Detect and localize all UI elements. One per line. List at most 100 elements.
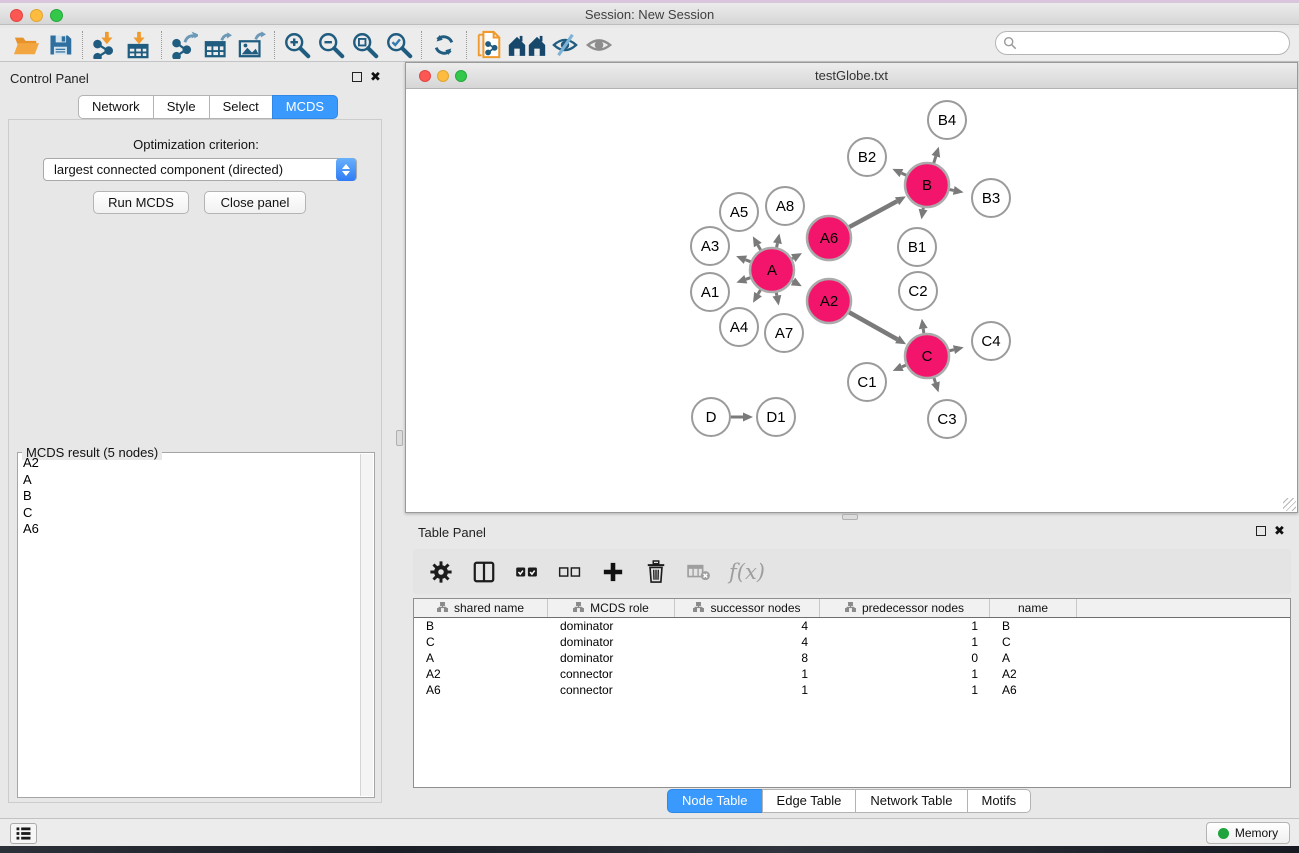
result-list-scrollbar[interactable] bbox=[360, 454, 373, 796]
import-network-button[interactable] bbox=[88, 29, 122, 61]
hide-selected-button[interactable] bbox=[548, 29, 582, 61]
open-session-button[interactable] bbox=[9, 29, 43, 61]
table-cell[interactable]: 1 bbox=[675, 682, 820, 698]
memory-button[interactable]: Memory bbox=[1206, 822, 1290, 844]
unselect-all-button[interactable] bbox=[557, 559, 583, 585]
search-input[interactable] bbox=[1022, 36, 1289, 50]
table-cell[interactable]: 1 bbox=[820, 682, 990, 698]
criterion-dropdown[interactable]: largest connected component (directed) bbox=[43, 158, 357, 181]
select-all-button[interactable] bbox=[514, 559, 540, 585]
table-cell[interactable]: A2 bbox=[990, 666, 1077, 682]
tab-mcds[interactable]: MCDS bbox=[272, 95, 338, 119]
tab-style[interactable]: Style bbox=[153, 95, 210, 119]
tab-select[interactable]: Select bbox=[209, 95, 273, 119]
graph-edge-C-C1[interactable] bbox=[902, 365, 906, 367]
table-settings-button[interactable] bbox=[428, 559, 454, 585]
float-panel-icon[interactable] bbox=[352, 72, 362, 82]
close-panel-icon[interactable]: ✖ bbox=[370, 72, 381, 82]
table-cell[interactable]: B bbox=[990, 618, 1077, 634]
delete-table-button[interactable] bbox=[686, 559, 712, 585]
graph-edge-A6-B[interactable] bbox=[849, 201, 897, 227]
graph-edge-A-A7[interactable] bbox=[776, 293, 777, 296]
graph-edge-A2-C[interactable] bbox=[849, 312, 897, 339]
table-cell[interactable]: 0 bbox=[820, 650, 990, 666]
table-row[interactable]: Bdominator41B bbox=[414, 618, 1290, 634]
tab-network-table[interactable]: Network Table bbox=[855, 789, 967, 813]
table-row[interactable]: Cdominator41C bbox=[414, 634, 1290, 650]
table-cell[interactable]: 1 bbox=[820, 618, 990, 634]
result-item[interactable]: B bbox=[19, 488, 359, 505]
table-cell[interactable]: C bbox=[414, 634, 548, 650]
first-neighbors-button[interactable] bbox=[506, 29, 548, 61]
export-table-button[interactable] bbox=[201, 29, 235, 61]
graph-edge-C-C4[interactable] bbox=[949, 350, 954, 351]
tab-motifs[interactable]: Motifs bbox=[967, 789, 1032, 813]
table-cell[interactable]: B bbox=[414, 618, 548, 634]
graph-edge-A-A5[interactable] bbox=[758, 245, 761, 250]
new-network-from-selection-button[interactable] bbox=[472, 29, 506, 61]
zoom-in-button[interactable] bbox=[280, 29, 314, 61]
table-cell[interactable]: 1 bbox=[820, 634, 990, 650]
column-header-successor-nodes[interactable]: successor nodes bbox=[675, 599, 820, 617]
window-resize-grip[interactable] bbox=[1283, 498, 1296, 511]
zoom-fit-button[interactable] bbox=[348, 29, 382, 61]
graph-edge-B-B2[interactable] bbox=[901, 173, 906, 175]
float-table-panel-icon[interactable] bbox=[1256, 526, 1266, 536]
add-column-button[interactable] bbox=[600, 559, 626, 585]
import-table-button[interactable] bbox=[122, 29, 156, 61]
table-cell[interactable]: dominator bbox=[548, 650, 675, 666]
graph-edge-C-C2[interactable] bbox=[923, 329, 924, 334]
graph-edge-B-B4[interactable] bbox=[934, 156, 936, 163]
close-table-panel-icon[interactable]: ✖ bbox=[1274, 526, 1285, 536]
show-all-button[interactable] bbox=[582, 29, 616, 61]
tab-network[interactable]: Network bbox=[78, 95, 154, 119]
close-panel-button[interactable]: Close panel bbox=[204, 191, 306, 214]
export-network-button[interactable] bbox=[167, 29, 201, 61]
column-header-name[interactable]: name bbox=[990, 599, 1077, 617]
column-header-predecessor-nodes[interactable]: predecessor nodes bbox=[820, 599, 990, 617]
show-columns-button[interactable] bbox=[471, 559, 497, 585]
table-cell[interactable]: C bbox=[990, 634, 1077, 650]
graph-edge-B-B3[interactable] bbox=[950, 190, 954, 191]
function-builder-button[interactable]: f(x) bbox=[729, 559, 765, 585]
table-cell[interactable]: 4 bbox=[675, 618, 820, 634]
table-cell[interactable]: dominator bbox=[548, 618, 675, 634]
table-cell[interactable]: 8 bbox=[675, 650, 820, 666]
tab-node-table[interactable]: Node Table bbox=[667, 789, 763, 813]
graph-edge-C-C3[interactable] bbox=[934, 378, 936, 383]
task-history-button[interactable] bbox=[10, 823, 37, 844]
export-image-button[interactable] bbox=[235, 29, 269, 61]
table-cell[interactable]: 1 bbox=[820, 666, 990, 682]
network-window-titlebar[interactable]: testGlobe.txt bbox=[406, 63, 1297, 89]
column-header-MCDS-role[interactable]: MCDS role bbox=[548, 599, 675, 617]
delete-column-button[interactable] bbox=[643, 559, 669, 585]
graph-edge-A-A1[interactable] bbox=[746, 278, 751, 280]
table-cell[interactable]: connector bbox=[548, 666, 675, 682]
result-item[interactable]: A bbox=[19, 472, 359, 489]
save-session-button[interactable] bbox=[43, 29, 77, 61]
run-mcds-button[interactable]: Run MCDS bbox=[93, 191, 189, 214]
table-row[interactable]: Adominator80A bbox=[414, 650, 1290, 666]
horizontal-splitter-handle[interactable] bbox=[842, 514, 858, 520]
graph-edge-A-A4[interactable] bbox=[758, 290, 760, 294]
table-cell[interactable]: A6 bbox=[414, 682, 548, 698]
table-cell[interactable]: A2 bbox=[414, 666, 548, 682]
vertical-splitter-handle[interactable] bbox=[396, 430, 403, 446]
table-cell[interactable]: connector bbox=[548, 682, 675, 698]
zoom-out-button[interactable] bbox=[314, 29, 348, 61]
table-row[interactable]: A2connector11A2 bbox=[414, 666, 1290, 682]
table-cell[interactable]: dominator bbox=[548, 634, 675, 650]
result-item[interactable]: A6 bbox=[19, 521, 359, 538]
result-item[interactable]: C bbox=[19, 505, 359, 522]
result-item[interactable]: A2 bbox=[19, 455, 359, 472]
table-cell[interactable]: 4 bbox=[675, 634, 820, 650]
zoom-selected-button[interactable] bbox=[382, 29, 416, 61]
tab-edge-table[interactable]: Edge Table bbox=[762, 789, 857, 813]
graph-edge-A-A8[interactable] bbox=[777, 243, 778, 247]
table-cell[interactable]: A bbox=[990, 650, 1077, 666]
network-graph[interactable]: B4B2BB3A8A5A6B1A3AC2A1A2A4A7C4CC1DD1C3 bbox=[406, 89, 1297, 512]
column-header-shared-name[interactable]: shared name bbox=[414, 599, 548, 617]
table-row[interactable]: A6connector11A6 bbox=[414, 682, 1290, 698]
table-cell[interactable]: 1 bbox=[675, 666, 820, 682]
table-cell[interactable]: A bbox=[414, 650, 548, 666]
